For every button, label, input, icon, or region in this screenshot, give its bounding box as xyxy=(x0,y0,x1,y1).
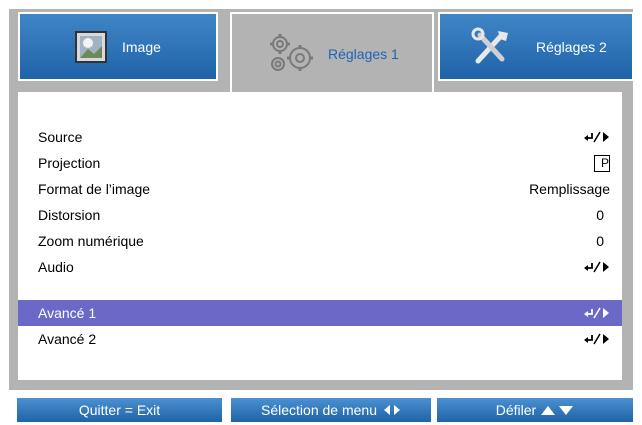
footer-scroll-hint: Défiler xyxy=(437,398,633,422)
footer-quit-hint: Quitter = Exit xyxy=(17,398,222,422)
footer-select-text: Sélection de menu xyxy=(261,402,377,418)
menu-item-label: Audio xyxy=(38,259,74,275)
menu-item-avance-2[interactable]: Avancé 2 xyxy=(18,326,622,352)
tools-icon xyxy=(470,27,512,67)
menu-item-source[interactable]: Source xyxy=(18,124,622,150)
menu-item-avance-1[interactable]: Avancé 1 xyxy=(18,300,622,326)
menu-item-value: Remplissage xyxy=(529,181,610,197)
menu-item-label: Avancé 2 xyxy=(38,331,97,347)
image-icon xyxy=(74,30,108,64)
menu-item-label: Format de l’image xyxy=(38,181,151,197)
menu-item-value: 0 xyxy=(596,233,604,249)
footer-select-hint: Sélection de menu xyxy=(231,398,431,422)
gears-icon xyxy=(266,32,316,76)
enter-arrow-icon xyxy=(584,261,610,273)
menu-item-zoom-numerique[interactable]: Zoom numérique 0 xyxy=(18,228,622,254)
tab-image[interactable]: Image xyxy=(18,12,218,81)
tab-reglages-1-label: Réglages 1 xyxy=(328,45,399,62)
menu-item-label: Source xyxy=(38,129,83,145)
footer-quit-text: Quitter = Exit xyxy=(78,402,161,418)
menu-item-projection[interactable]: Projection P xyxy=(18,150,622,176)
menu-item-label: Distorsion xyxy=(38,207,101,223)
menu-item-value: 0 xyxy=(596,207,604,223)
enter-arrow-icon xyxy=(584,307,610,319)
footer-scroll-text: Défiler xyxy=(495,402,537,418)
tab-reglages-2[interactable]: Réglages 2 xyxy=(438,12,634,81)
menu-item-distorsion[interactable]: Distorsion 0 xyxy=(18,202,622,228)
enter-arrow-icon xyxy=(584,333,610,345)
tab-reglages-2-label: Réglages 2 xyxy=(536,38,607,55)
up-down-arrows-icon xyxy=(540,404,574,416)
tab-reglages-1[interactable]: Réglages 1 xyxy=(230,12,434,93)
left-right-arrows-icon xyxy=(383,404,401,416)
tab-image-label: Image xyxy=(122,38,161,55)
menu-item-audio[interactable]: Audio xyxy=(18,254,622,280)
menu-item-label: Zoom numérique xyxy=(38,233,144,249)
projection-mode-badge: P xyxy=(594,154,610,172)
menu-item-label: Avancé 1 xyxy=(38,305,97,321)
settings-menu-panel: Source Projection P Format de l’image Re… xyxy=(18,92,622,380)
menu-item-label: Projection xyxy=(38,155,101,171)
menu-item-format-image[interactable]: Format de l’image Remplissage xyxy=(18,176,622,202)
enter-arrow-icon xyxy=(584,131,610,143)
